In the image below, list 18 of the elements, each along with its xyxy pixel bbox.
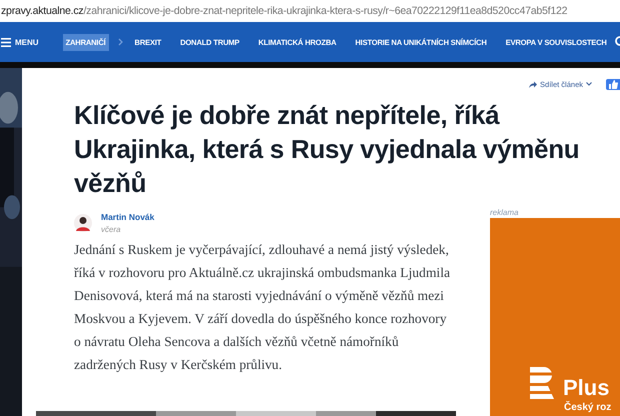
publish-date: včera	[101, 225, 122, 234]
share-icon	[529, 80, 538, 88]
like-button[interactable]	[606, 78, 620, 90]
logo-icon	[530, 367, 556, 399]
menu-icon	[1, 38, 11, 46]
menu-button[interactable]: MENU	[0, 38, 39, 46]
chevron-icon	[118, 38, 123, 46]
ad-tagline: Český roz	[564, 402, 612, 415]
url-path: /zahranici/klicove-je-dobre-znat-nepritele-rika-ukrajinka-ktera-s-rusy/r~6ea70222129f11ea8d520cc47ab5f122	[83, 5, 568, 17]
address-bar[interactable]: zpravy.aktualne.cz/zahranici/klicove-je-dobre-znat-nepritele-rika-ukrajinka-ktera-s-rusy/r~6ea70222129f11ea8d520cc47ab5f122	[0, 0, 620, 22]
author-name[interactable]: Martin Novák	[101, 212, 154, 222]
ad-label: reklama	[490, 208, 520, 218]
ad-brand: Plus	[563, 377, 610, 399]
article-perex: Jednání s Ruskem je vyčerpávající, zdlouhavé a nemá jistý výsledek, říká v rozhovoru pro Aktuálně.cz ukrajinská ombudsmanka Ljudmila Denisovová, která má na starosti vyjednávání o výměně vězňů mezi Moskvou a Kyjevem. V září dovedla do úspěšného konce rozhovory o návratu Oleha Sencova a dalších vězňů včetně námořníků zadržených Rusy v Kerčském průlivu.	[74, 241, 451, 374]
url-domain: zpravy.aktualne.cz	[1, 5, 84, 17]
article-title: Klíčové je dobře znát nepřítele, říká Ukrajinka, která s Rusy vyjednala výměnu vězňů	[74, 99, 580, 200]
caret-icon	[586, 82, 592, 86]
avatar	[74, 214, 92, 232]
